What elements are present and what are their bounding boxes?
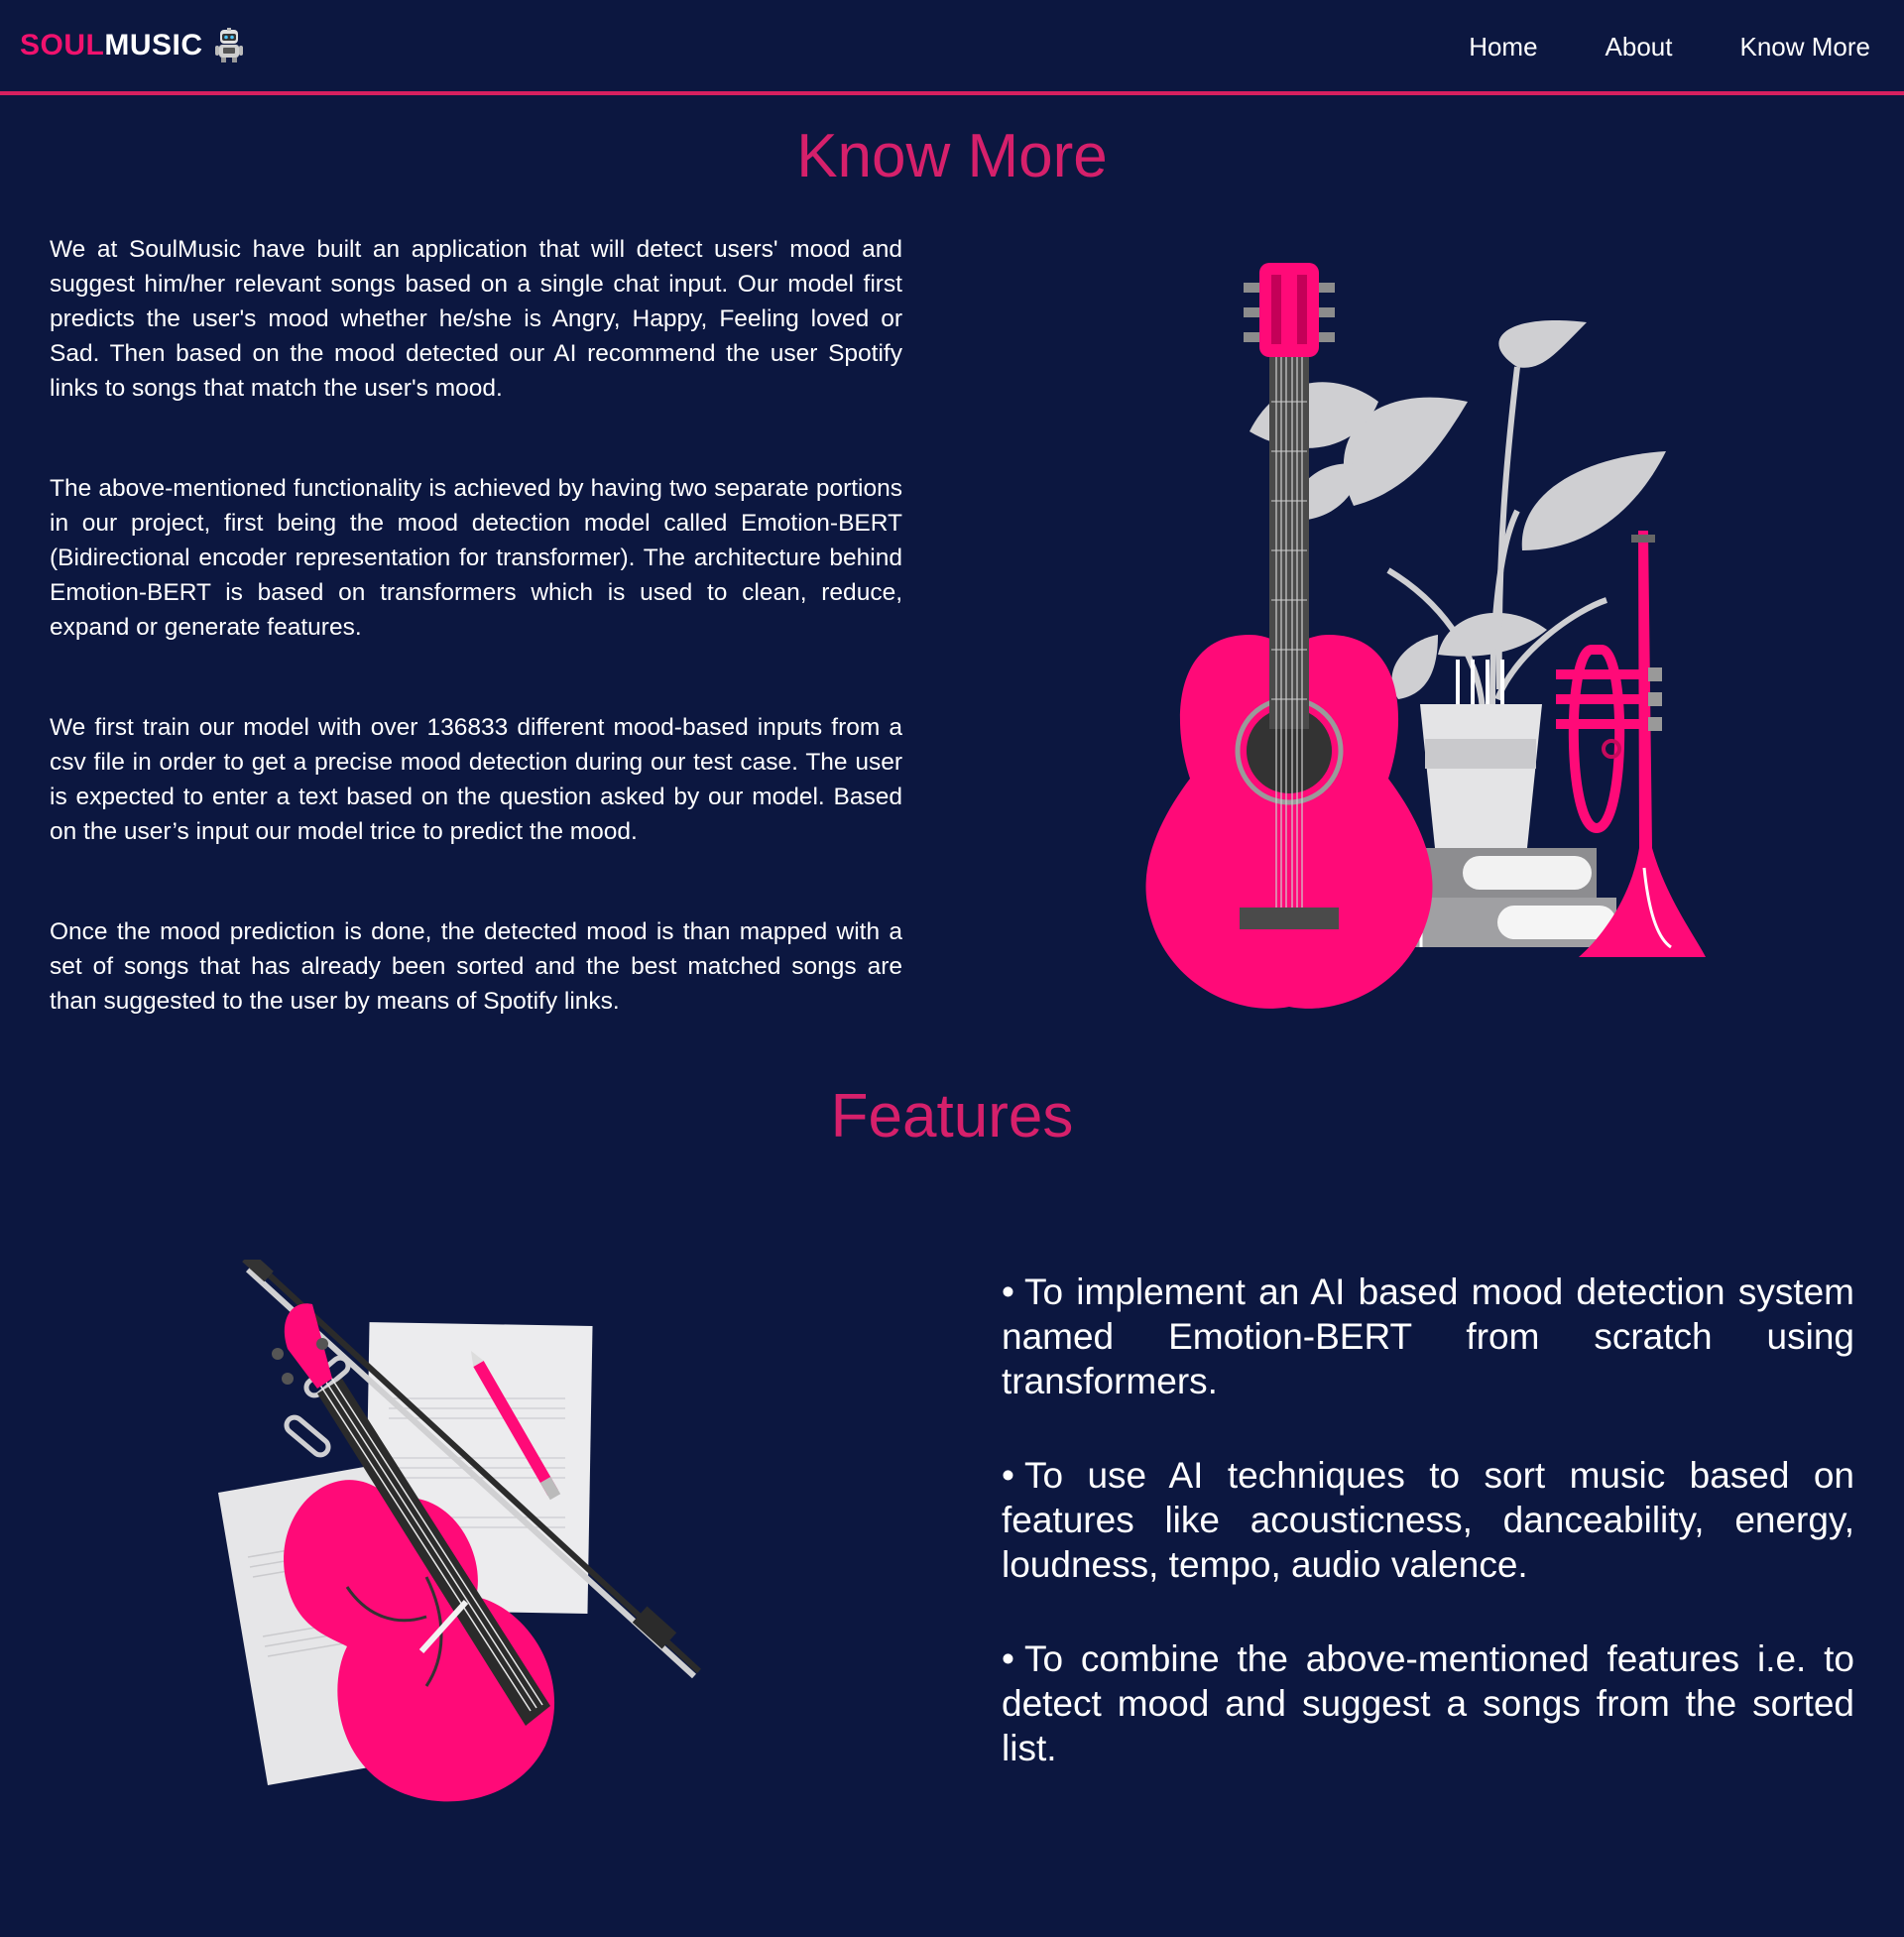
bullet-icon: • — [1002, 1638, 1014, 1679]
feature-item: • To implement an AI based mood detection… — [1002, 1270, 1854, 1403]
know-more-title: Know More — [796, 122, 1108, 190]
brand-music-text: MUSIC — [104, 29, 203, 61]
know-more-paragraph-1: We at SoulMusic have built an applicatio… — [50, 236, 902, 402]
feature-item: • To use AI techniques to sort music base… — [1002, 1453, 1854, 1587]
know-more-text: We at SoulMusic have built an applicatio… — [50, 232, 902, 1084]
robot-icon — [214, 28, 243, 62]
nav-menu: Home About Know More — [1469, 32, 1870, 62]
nav-about-link[interactable]: About — [1606, 32, 1673, 62]
nav-home-link[interactable]: Home — [1469, 32, 1537, 62]
features-title: Features — [830, 1082, 1074, 1150]
nav-know-more-link[interactable]: Know More — [1740, 32, 1871, 62]
feature-item-text: To combine the above-mentioned features … — [1002, 1638, 1854, 1768]
navbar: SOUL MUSIC Home About Know More — [0, 0, 1904, 95]
feature-item: • To combine the above-mentioned features… — [1002, 1636, 1854, 1770]
know-more-paragraph-3: We first train our model with over 13683… — [50, 714, 902, 845]
know-more-paragraph-2: The above-mentioned functionality is ach… — [50, 475, 902, 641]
music-instruments-illustration — [1145, 263, 1706, 1009]
feature-item-text: To use AI techniques to sort music based… — [1002, 1455, 1854, 1585]
feature-item-text: To implement an AI based mood detection … — [1002, 1271, 1854, 1401]
bullet-icon: • — [1002, 1271, 1014, 1312]
features-list: • To implement an AI based mood detection… — [1002, 1270, 1854, 1820]
know-more-paragraph-4: Once the mood prediction is done, the de… — [50, 918, 902, 1015]
guitar-icon — [1145, 263, 1433, 1009]
bullet-icon: • — [1002, 1455, 1014, 1496]
violin-illustration — [218, 1260, 702, 1802]
brand-logo[interactable]: SOUL MUSIC — [20, 28, 247, 63]
brand-soul-text: SOUL — [20, 29, 105, 61]
